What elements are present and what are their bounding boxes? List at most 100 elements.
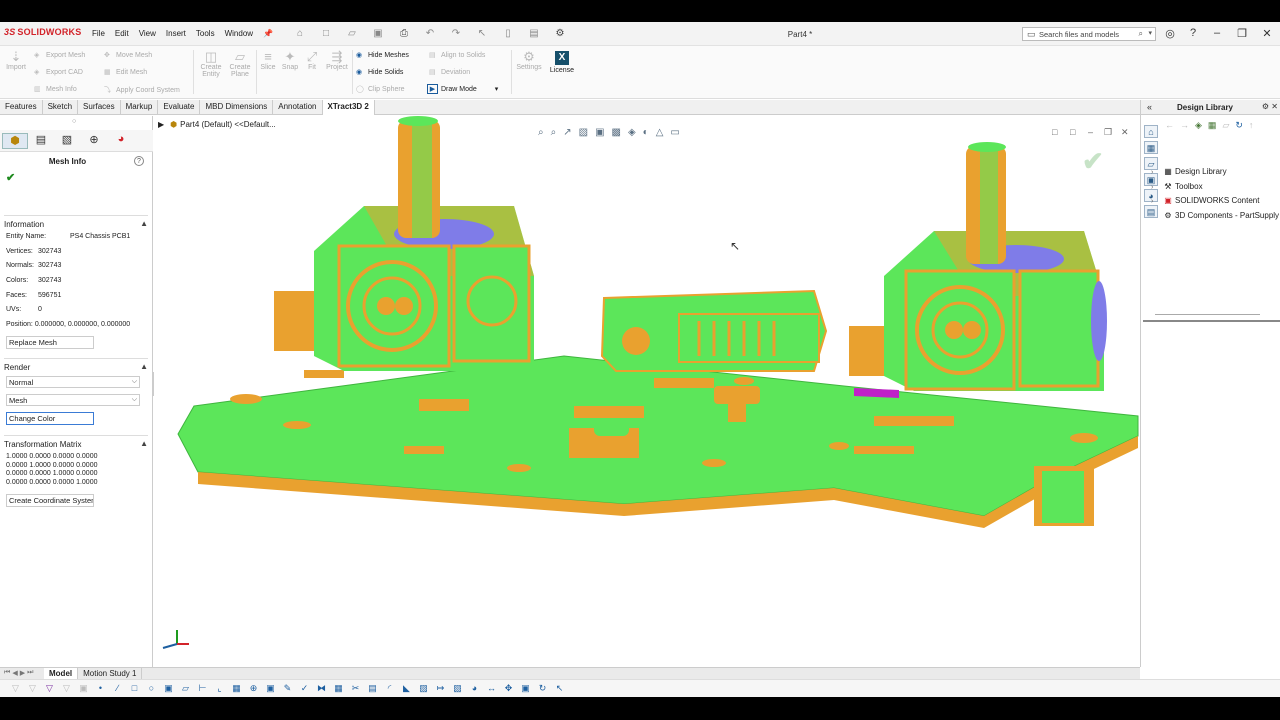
viewport-split-icon[interactable]: □ [1052,127,1057,137]
deviation-button[interactable]: ▤ Deviation [429,68,470,76]
dimxpert-icon[interactable]: ⊕ [81,133,107,149]
hide-meshes-button[interactable]: ◉ Hide Meshes [356,51,409,59]
export-mesh-button[interactable]: ◈ Export Mesh [34,51,85,59]
create-folder-icon[interactable]: ▱ [1222,120,1229,131]
confirmation-corner-check-icon[interactable]: ✔ [1082,146,1104,177]
file-properties-icon[interactable]: ▤ [527,28,541,39]
tab-surfaces[interactable]: Surfaces [78,100,121,115]
expand-arrow-icon[interactable]: › [1151,169,1161,176]
add-file-location-icon[interactable]: ▦ [1208,120,1217,131]
replace-mesh-button[interactable]: Replace Mesh [6,336,94,349]
up-one-level-icon[interactable]: ↑ [1249,120,1254,131]
back-icon[interactable]: ← [1165,120,1174,131]
pan-icon[interactable]: ▣ [520,683,531,694]
circle-icon[interactable]: ○ [146,683,157,694]
license-button[interactable]: X License [548,51,576,74]
forward-icon[interactable]: → [1180,120,1189,131]
restore-icon[interactable]: ❐ [1235,27,1249,40]
rotate-icon[interactable]: ↻ [537,683,548,694]
home-icon[interactable]: ⌂ [293,28,307,39]
options-gear-icon[interactable]: ⚙ [553,28,567,39]
trim-icon[interactable]: ✂ [350,683,361,694]
solidworks-resources-tab-icon[interactable]: ⌂ [1144,125,1158,138]
help-icon[interactable]: ? [1186,27,1200,39]
edit-appearance-icon[interactable]: ◐ [643,127,649,138]
snap-button[interactable]: ✦ Snap [280,50,300,72]
undo-icon[interactable]: ↶ [423,28,437,39]
edit-mesh-button[interactable]: ▦ Edit Mesh [104,68,147,76]
display-style-icon[interactable]: ▩ [612,127,621,138]
previous-view-icon[interactable]: ↗ [563,127,571,138]
appearance-icon[interactable]: ◕ [108,133,134,149]
pane-splitter-bar[interactable] [1143,320,1280,322]
select-icon[interactable]: ↖ [554,683,565,694]
menu-tools[interactable]: Tools [196,29,215,38]
search-scope-icon[interactable]: ▭ [1027,29,1036,40]
prev-tab-icon[interactable]: ◀ [12,669,17,679]
save-icon[interactable]: ▣ [371,28,385,39]
tab-mbd-dimensions[interactable]: MBD Dimensions [200,100,274,115]
expand-arrow-icon[interactable]: ▶ [158,120,164,129]
apply-coord-system-button[interactable]: ⤵ Apply Coord System [104,85,180,95]
filter-icon[interactable]: ▽ [27,683,38,694]
chevron-down-icon[interactable]: ▾ [1148,29,1152,37]
coordinate-system-icon[interactable]: ▣ [265,683,276,694]
viewport-minimize-icon[interactable]: – [1088,127,1093,137]
align-to-solids-button[interactable]: ▤ Align to Solids [429,51,485,59]
grid-icon[interactable]: ▦ [231,683,242,694]
line-icon[interactable]: ∕ [112,683,123,694]
project-button[interactable]: ⇶ Project [324,50,350,72]
viewport-tile-icon[interactable]: □ [1070,127,1075,137]
solidworks-logo[interactable]: 3S SOLIDWORKS [4,27,81,37]
mirror-icon[interactable]: ⧓ [316,683,327,694]
expand-arrow-icon[interactable]: › [1151,184,1161,191]
slice-button[interactable]: ≡ Slice [258,50,278,72]
search-box[interactable]: ▭ Search files and models ⌕ ▾ [1022,27,1156,41]
draw-mode-dropdown[interactable]: ▶ Draw Mode ▾ [427,84,498,94]
tab-annotation[interactable]: Annotation [273,100,323,115]
menu-view[interactable]: View [139,29,156,38]
new-document-icon[interactable]: □ [319,28,333,39]
point-icon[interactable]: • [95,683,106,694]
add-to-library-icon[interactable]: ◈ [1195,120,1202,131]
clip-sphere-button[interactable]: ◯ Clip Sphere [356,85,405,93]
design-library-tab-icon[interactable]: ▦ [1144,141,1158,154]
property-manager-icon[interactable]: ▤ [28,133,54,149]
transformation-matrix-header[interactable]: Transformation Matrix ▲ [4,435,148,449]
menu-window[interactable]: Window [225,29,253,38]
relations-icon[interactable]: ▧ [452,683,463,694]
graphics-area[interactable]: ▶ ⬢ Part4 (Default) <<Default... ⌕ ⌕ ↗ ▧ ▣… [154,116,1139,667]
filter-faces-icon[interactable]: ▽ [44,683,55,694]
move-mesh-button[interactable]: ✥ Move Mesh [104,51,152,59]
last-tab-icon[interactable]: ⏭ [27,669,33,679]
information-section-header[interactable]: Information ▲ [4,215,148,229]
pane-splitter[interactable] [1155,314,1260,315]
cube-icon[interactable]: ▣ [163,683,174,694]
create-coordinate-system-button[interactable]: Create Coordinate Systen [6,494,94,507]
view-orientation-icon[interactable]: ▣ [595,127,604,138]
import-button[interactable]: ⇣ Import [3,50,29,72]
chamfer-icon[interactable]: ◣ [401,683,412,694]
viewport-restore-icon[interactable]: ❐ [1104,127,1112,138]
menu-insert[interactable]: Insert [166,29,186,38]
origin-icon[interactable]: ⊕ [248,683,259,694]
library-item-3d-components[interactable]: ⚙ 3D Components - PartSupply [1151,211,1279,220]
library-item-solidworks-content[interactable]: › ▣ SOLIDWORKS Content [1151,196,1259,205]
change-color-button[interactable]: Change Color [6,412,94,425]
render-mode-select[interactable]: Normal ⌵ [6,376,140,388]
feature-tree-flyout[interactable]: ▶ ⬢ Part4 (Default) <<Default... [158,120,276,129]
tab-markup[interactable]: Markup [121,100,159,115]
corner-icon[interactable]: ⌞ [214,683,225,694]
tab-sketch[interactable]: Sketch [43,100,79,115]
create-plane-button[interactable]: ▱ Create Plane [227,50,253,79]
open-folder-icon[interactable]: ▱ [345,28,359,39]
dimension-icon[interactable]: ↦ [435,683,446,694]
mesh-info-button[interactable]: ▥ Mesh Info [34,85,77,93]
tab-evaluate[interactable]: Evaluate [158,100,201,115]
refresh-icon[interactable]: ↻ [1235,120,1243,131]
task-pane-options-icon[interactable]: ⚙ ✕ [1262,102,1278,111]
pcb-mesh-model[interactable] [154,116,1139,667]
zoom-to-fit-icon[interactable]: ⌕ [538,127,544,138]
measure-icon[interactable]: ↔ [486,683,497,694]
offset-icon[interactable]: ▤ [367,683,378,694]
